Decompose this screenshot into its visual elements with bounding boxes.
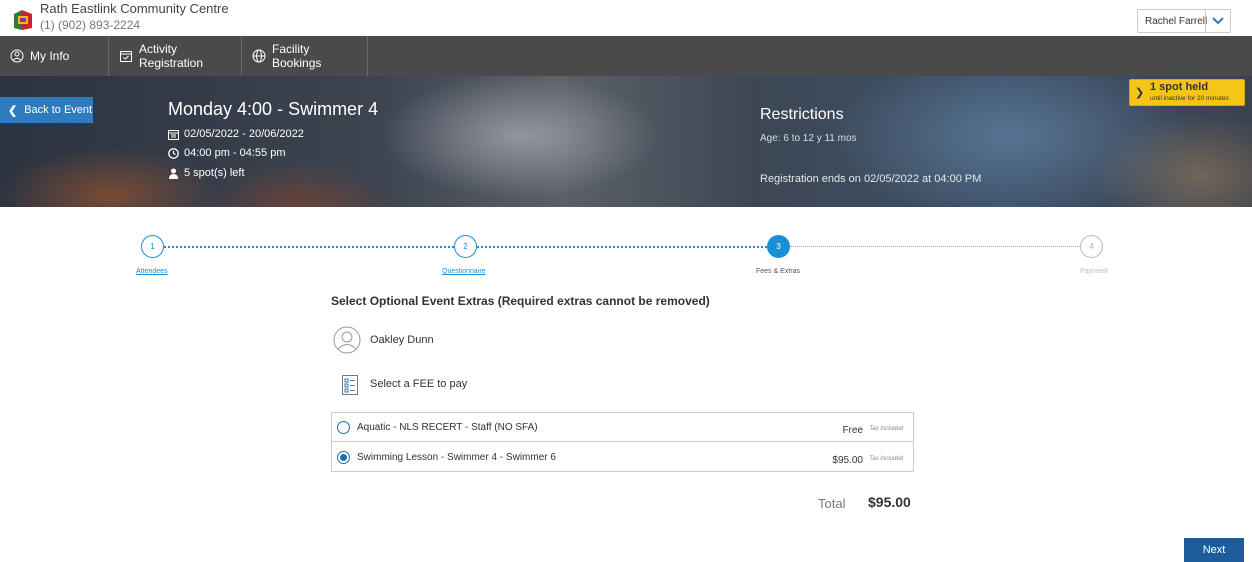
spot-held-title: 1 spot held bbox=[1150, 81, 1209, 93]
calendar-check-icon bbox=[119, 49, 133, 63]
event-title: Monday 4:00 - Swimmer 4 bbox=[168, 99, 379, 119]
nav-label: Activity Registration bbox=[139, 42, 204, 70]
user-circle-icon bbox=[10, 49, 24, 63]
main-nav: My Info Activity Registration Facility B… bbox=[0, 36, 1252, 76]
fee-name: Aquatic - NLS RECERT - Staff (NO SFA) bbox=[357, 421, 538, 433]
fee-tax-note: Tax Included bbox=[869, 426, 903, 432]
event-spots-text: 5 spot(s) left bbox=[184, 167, 245, 179]
fee-options-list: Aquatic - NLS RECERT - Staff (NO SFA) Fr… bbox=[331, 412, 914, 472]
attendee-name: Oakley Dunn bbox=[370, 334, 434, 346]
chevron-left-icon: ❮ bbox=[8, 104, 18, 117]
fee-radio[interactable] bbox=[337, 451, 350, 464]
chevron-down-icon[interactable] bbox=[1205, 10, 1230, 32]
step-label-attendees[interactable]: Attendees bbox=[136, 268, 168, 275]
step-label-questionnaire[interactable]: Questionnaire bbox=[442, 268, 486, 275]
globe-icon bbox=[252, 49, 266, 63]
nav-my-info[interactable]: My Info bbox=[0, 36, 109, 76]
event-banner bbox=[0, 76, 1252, 207]
total-value: $95.00 bbox=[868, 494, 911, 510]
event-dates-text: 02/05/2022 - 20/06/2022 bbox=[184, 128, 304, 140]
clock-icon bbox=[168, 147, 180, 159]
spot-held-notice[interactable]: ❯ 1 spot held until inactive for 20 minu… bbox=[1129, 79, 1245, 106]
user-menu[interactable]: Rachel Farrell bbox=[1137, 9, 1231, 33]
fee-price: $95.00 bbox=[832, 455, 863, 466]
total-label: Total bbox=[818, 496, 846, 511]
nav-activity-registration[interactable]: Activity Registration bbox=[109, 36, 242, 76]
restrictions-age: Age: 6 to 12 y 11 mos bbox=[760, 133, 857, 144]
step-attendees[interactable]: 1 bbox=[141, 235, 164, 258]
back-label: Back to Event bbox=[24, 104, 93, 116]
fee-list-icon bbox=[342, 375, 358, 395]
step-label-fees-extras: Fees & Extras bbox=[756, 268, 800, 275]
section-title: Select Optional Event Extras (Required e… bbox=[331, 294, 710, 308]
fee-tax-note: Tax Included bbox=[869, 456, 903, 462]
org-name: Rath Eastlink Community Centre bbox=[40, 1, 229, 16]
step-connector bbox=[477, 246, 767, 248]
event-time: 04:00 pm - 04:55 pm bbox=[168, 147, 286, 159]
fee-option[interactable]: Aquatic - NLS RECERT - Staff (NO SFA) Fr… bbox=[332, 413, 913, 442]
person-icon bbox=[168, 168, 180, 179]
nav-label: My Info bbox=[30, 49, 70, 63]
step-label-payment: Payment bbox=[1080, 268, 1108, 275]
fee-radio[interactable] bbox=[337, 420, 350, 434]
step-payment: 4 bbox=[1080, 235, 1103, 258]
back-to-event-button[interactable]: ❮ Back to Event bbox=[0, 97, 93, 123]
top-header: Rath Eastlink Community Centre (1) (902)… bbox=[0, 0, 1252, 36]
fee-name: Swimming Lesson - Swimmer 4 - Swimmer 6 bbox=[357, 452, 556, 463]
registration-ends: Registration ends on 02/05/2022 at 04:00… bbox=[760, 173, 982, 185]
event-dates: 02/05/2022 - 20/06/2022 bbox=[168, 128, 304, 140]
spot-held-subtitle: until inactive for 20 minutes bbox=[1150, 95, 1229, 102]
nav-facility-bookings[interactable]: Facility Bookings bbox=[242, 36, 368, 76]
user-name: Rachel Farrell bbox=[1145, 15, 1208, 27]
org-logo bbox=[14, 10, 32, 30]
restrictions-title: Restrictions bbox=[760, 106, 844, 123]
event-spots: 5 spot(s) left bbox=[168, 167, 245, 179]
step-connector bbox=[790, 246, 1080, 247]
step-fees-extras: 3 bbox=[767, 235, 790, 258]
step-questionnaire[interactable]: 2 bbox=[454, 235, 477, 258]
calendar-icon bbox=[168, 129, 180, 140]
next-button[interactable]: Next bbox=[1184, 538, 1244, 562]
step-connector bbox=[164, 246, 454, 248]
avatar bbox=[333, 326, 361, 354]
nav-label: Facility Bookings bbox=[272, 42, 322, 70]
event-time-text: 04:00 pm - 04:55 pm bbox=[184, 147, 286, 159]
fee-prompt: Select a FEE to pay bbox=[370, 378, 468, 390]
chevron-right-icon: ❯ bbox=[1135, 87, 1145, 99]
org-phone: (1) (902) 893-2224 bbox=[40, 18, 141, 32]
fee-option[interactable]: Swimming Lesson - Swimmer 4 - Swimmer 6 … bbox=[332, 443, 913, 472]
fee-price: Free bbox=[842, 425, 863, 436]
